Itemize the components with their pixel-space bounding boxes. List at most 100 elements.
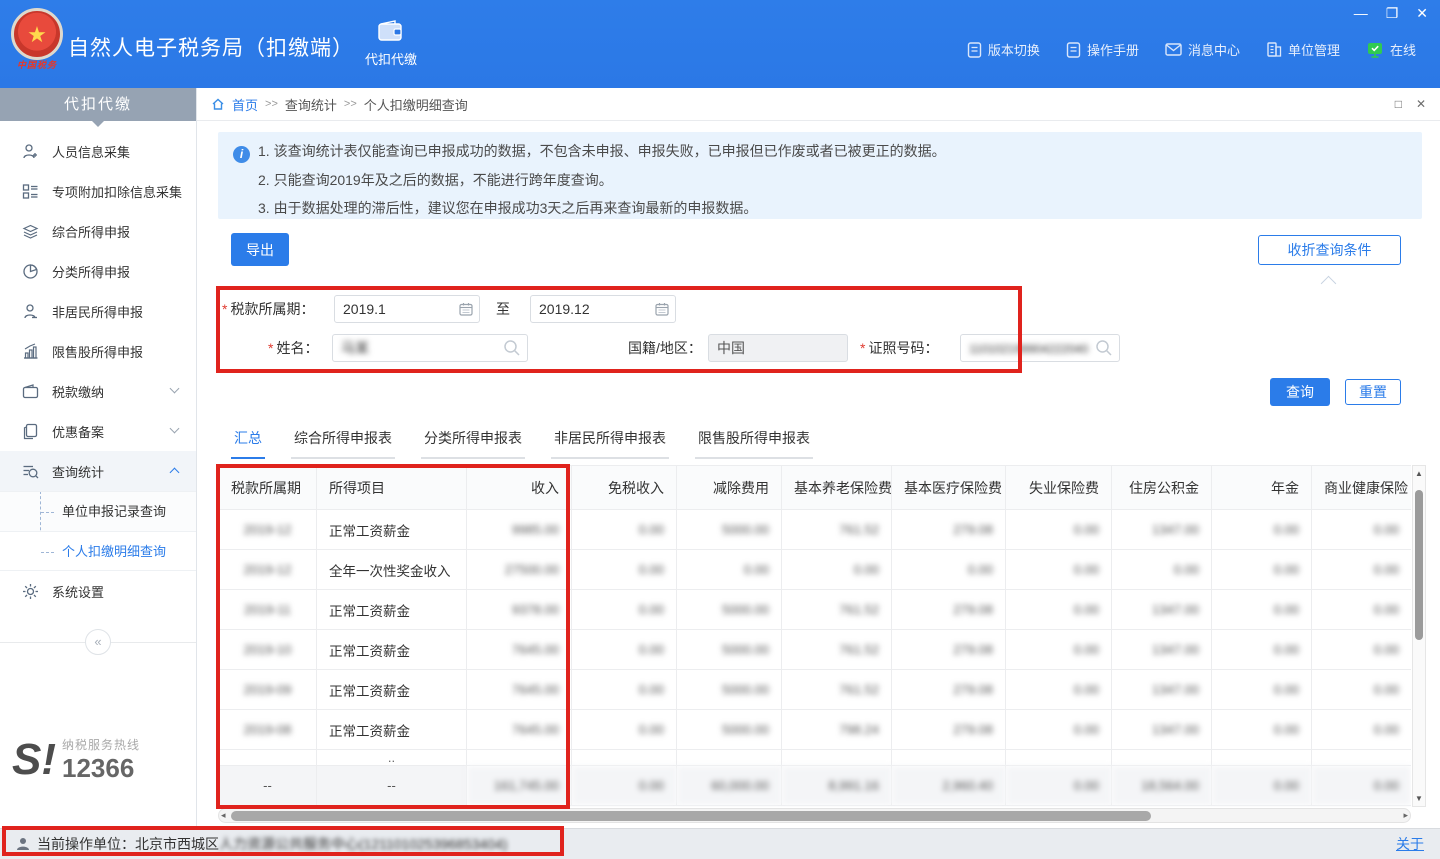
scroll-left-arrow[interactable]: ◂ xyxy=(221,810,226,821)
totals-cell: -- xyxy=(219,766,317,806)
cell: 0.00 xyxy=(1212,510,1312,550)
scroll-down-arrow[interactable]: ▼ xyxy=(1413,794,1425,803)
menu-version-switch[interactable]: 版本切换 xyxy=(967,40,1040,59)
sidebar-item-label: 非居民所得申报 xyxy=(52,302,143,321)
cell: 798.24 xyxy=(782,710,892,750)
horizontal-scroll-thumb[interactable] xyxy=(231,811,1151,821)
sidebar-item-classified-income[interactable]: 分类所得申报 xyxy=(0,251,196,291)
tab-summary[interactable]: 汇总 xyxy=(231,428,265,459)
totals-cell: 18,564.00 xyxy=(1112,766,1212,806)
sidebar-item-special-deduction[interactable]: 专项附加扣除信息采集 xyxy=(0,171,196,211)
tab-restricted-shares[interactable]: 限售股所得申报表 xyxy=(695,428,813,459)
column-header: 基本医疗保险费 xyxy=(892,466,1006,510)
cell: 279.08 xyxy=(892,590,1006,630)
tab-classified[interactable]: 分类所得申报表 xyxy=(421,428,525,459)
cell: 279.08 xyxy=(892,670,1006,710)
sidebar-item-restricted-shares[interactable]: 限售股所得申报 xyxy=(0,331,196,371)
scroll-up-arrow[interactable]: ▲ xyxy=(1413,469,1425,478)
close-button[interactable]: ✕ xyxy=(1416,4,1428,22)
building-icon xyxy=(1266,42,1282,57)
cell xyxy=(1212,750,1312,766)
totals-cell: 161,745.00 xyxy=(467,766,572,806)
calendar-icon[interactable] xyxy=(655,302,669,316)
totals-cell: 8,991.16 xyxy=(782,766,892,806)
hotline-logo: S! xyxy=(12,738,56,782)
sidebar-submenu: 单位申报记录查询 个人扣缴明细查询 xyxy=(0,491,196,571)
breadcrumb-home[interactable]: 首页 xyxy=(232,95,258,114)
sidebar-collapse-button[interactable]: « xyxy=(85,629,111,655)
id-number-label: 证照号码： xyxy=(860,334,938,362)
tab-withholding[interactable]: 代扣代缴 xyxy=(346,0,436,88)
totals-cell: 0.00 xyxy=(572,766,677,806)
about-link[interactable]: 关于 xyxy=(1396,834,1424,854)
period-to-value: 2019.12 xyxy=(539,301,590,317)
name-input[interactable]: 马某 xyxy=(332,334,528,362)
submenu-unit-declaration-query[interactable]: 单位申报记录查询 xyxy=(0,491,196,531)
horizontal-scrollbar[interactable]: ◂ ▸ xyxy=(218,808,1411,823)
cell: 1347.00 xyxy=(1112,590,1212,630)
result-table: 税款所属期所得项目收入免税收入减除费用基本养老保险费基本医疗保险费失业保险费住房… xyxy=(218,465,1411,806)
period-to-input[interactable]: 2019.12 xyxy=(530,295,676,323)
sidebar-item-tax-payment[interactable]: 税款缴纳 xyxy=(0,371,196,411)
cell: 0.00 xyxy=(1312,710,1412,750)
collapse-query-button[interactable]: 收折查询条件 xyxy=(1258,235,1401,265)
cell xyxy=(219,750,317,766)
menu-unit-management[interactable]: 单位管理 xyxy=(1266,40,1340,59)
period-from-input[interactable]: 2019.1 xyxy=(334,295,480,323)
tab-comprehensive[interactable]: 综合所得申报表 xyxy=(291,428,395,459)
breadcrumb-level2[interactable]: 查询统计 xyxy=(285,95,337,114)
tab-withholding-label: 代扣代缴 xyxy=(365,49,417,68)
search-icon[interactable] xyxy=(503,339,521,357)
panel-maximize-button[interactable]: □ xyxy=(1395,97,1402,111)
search-icon[interactable] xyxy=(1095,339,1113,357)
submenu-personal-withholding-query[interactable]: 个人扣缴明细查询 xyxy=(0,531,196,571)
totals-cell: 60,000.00 xyxy=(677,766,782,806)
cell: 0.00 xyxy=(1212,630,1312,670)
id-number-input[interactable]: 110102199904222040 xyxy=(960,334,1120,362)
cell: 0.00 xyxy=(1006,550,1112,590)
cell: 0.00 xyxy=(1312,670,1412,710)
cell xyxy=(782,750,892,766)
home-icon xyxy=(211,97,225,111)
sidebar-item-comprehensive-income[interactable]: 综合所得申报 xyxy=(0,211,196,251)
column-header: 收入 xyxy=(467,466,572,510)
cell: 正常工资薪金 xyxy=(317,670,467,710)
sidebar-item-label: 优惠备案 xyxy=(52,422,104,441)
scroll-right-arrow[interactable]: ▸ xyxy=(1403,810,1408,821)
cell: 5000.00 xyxy=(677,710,782,750)
calendar-icon[interactable] xyxy=(459,302,473,316)
menu-message-center-label: 消息中心 xyxy=(1188,40,1240,59)
column-header: 减除费用 xyxy=(677,466,782,510)
cell: 1347.00 xyxy=(1112,670,1212,710)
sidebar-item-query-statistics[interactable]: 查询统计 xyxy=(0,451,196,491)
cell: 正常工资薪金 xyxy=(317,510,467,550)
period-label: 税款所属期： xyxy=(222,295,314,323)
current-unit-visible: 北京市西城区 xyxy=(135,834,219,854)
sidebar-item-system-settings[interactable]: 系统设置 xyxy=(0,571,196,611)
panel-close-button[interactable]: ✕ xyxy=(1416,97,1426,111)
minimize-button[interactable]: — xyxy=(1354,4,1368,22)
reset-button[interactable]: 重置 xyxy=(1345,379,1401,405)
notice-line-3: 3. 由于数据处理的滞后性，建议您在申报成功3天之后再来查询最新的申报数据。 xyxy=(258,194,946,223)
menu-message-center[interactable]: 消息中心 xyxy=(1165,40,1240,59)
vertical-scroll-thumb[interactable] xyxy=(1415,490,1423,640)
menu-version-switch-label: 版本切换 xyxy=(988,40,1040,59)
table-header-row: 税款所属期所得项目收入免税收入减除费用基本养老保险费基本医疗保险费失业保险费住房… xyxy=(219,466,1412,510)
cell: 9378.00 xyxy=(467,590,572,630)
column-header: 税款所属期 xyxy=(219,466,317,510)
cell: 9985.00 xyxy=(467,510,572,550)
totals-cell: 0.00 xyxy=(1312,766,1412,806)
export-button[interactable]: 导出 xyxy=(231,233,289,266)
sidebar-item-personnel-info[interactable]: 人员信息采集 xyxy=(0,131,196,171)
query-button[interactable]: 查询 xyxy=(1270,378,1330,406)
documents-icon xyxy=(22,423,39,440)
sidebar-item-nonresident-income[interactable]: 非居民所得申报 xyxy=(0,291,196,331)
vertical-scrollbar[interactable]: ▲ ▼ xyxy=(1412,465,1426,807)
restore-button[interactable]: ❐ xyxy=(1386,4,1399,22)
totals-cell: 0.00 xyxy=(1212,766,1312,806)
sidebar-item-preferential-filing[interactable]: 优惠备案 xyxy=(0,411,196,451)
cell: 0.00 xyxy=(1312,510,1412,550)
menu-manual[interactable]: 操作手册 xyxy=(1066,40,1139,59)
tab-nonresident[interactable]: 非居民所得申报表 xyxy=(551,428,669,459)
table-row: 2019-12正常工资薪金9985.000.005000.00761.52279… xyxy=(219,510,1412,550)
